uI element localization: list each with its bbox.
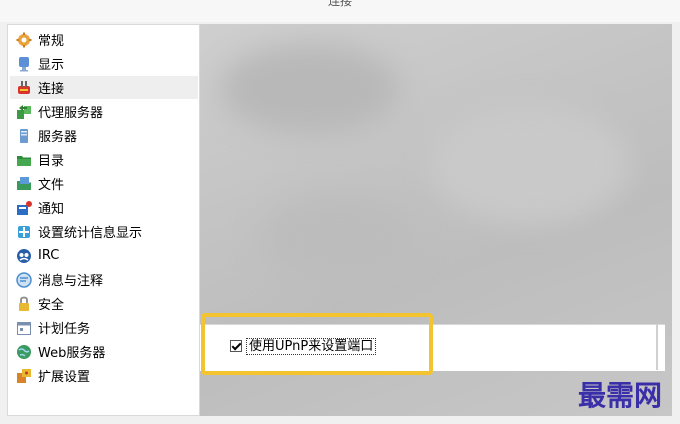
proxy-icon <box>16 104 32 120</box>
sidebar-item-messages[interactable]: 消息与注释 <box>10 268 198 291</box>
watermark-logo: 最需网 <box>577 379 662 412</box>
gear-icon <box>16 32 32 48</box>
panel-divider <box>656 324 658 370</box>
upnp-checkbox[interactable] <box>230 340 242 352</box>
blurred-region <box>220 44 400 134</box>
sidebar-item-irc[interactable]: IRC <box>10 244 198 267</box>
sidebar-item-security[interactable]: 安全 <box>10 292 198 315</box>
blurred-region <box>260 194 420 284</box>
sidebar-item-display[interactable]: 显示 <box>10 52 198 75</box>
sidebar-item-label: 目录 <box>38 154 65 169</box>
sidebar-item-label: 服务器 <box>38 130 78 145</box>
sidebar-item-label: 设置统计信息显示 <box>38 226 143 241</box>
sidebar-item-label: 安全 <box>38 298 65 313</box>
settings-sidebar: 常规 显示 连接 代理服务器 服务器 目录 文件 通知 设置统计信息显示 IRC… <box>7 24 200 416</box>
sidebar-item-directory[interactable]: 目录 <box>10 148 198 171</box>
server-icon <box>16 128 32 144</box>
file-icon <box>16 176 32 192</box>
notification-icon <box>16 200 32 216</box>
blurred-region <box>430 104 630 224</box>
statistics-icon <box>16 224 32 240</box>
sidebar-item-extensions[interactable]: 扩展设置 <box>10 364 198 387</box>
sidebar-item-label: 代理服务器 <box>38 106 104 121</box>
sidebar-item-label: 扩展设置 <box>38 370 91 385</box>
sidebar-item-label: 常规 <box>38 34 65 49</box>
sidebar-item-web-server[interactable]: Web服务器 <box>10 340 198 363</box>
calendar-icon <box>16 320 32 336</box>
extension-icon <box>16 368 32 384</box>
sidebar-item-scheduler[interactable]: 计划任务 <box>10 316 198 339</box>
upnp-checkbox-row[interactable]: 使用UPnP来设置端口 <box>230 337 377 355</box>
sidebar-item-label: 连接 <box>38 82 65 97</box>
sidebar-item-label: 通知 <box>38 202 65 217</box>
sidebar-item-statistics[interactable]: 设置统计信息显示 <box>10 220 198 243</box>
globe-icon <box>16 344 32 360</box>
sidebar-item-label: 显示 <box>38 58 65 73</box>
sidebar-item-label: Web服务器 <box>38 346 106 361</box>
monitor-icon <box>16 56 32 72</box>
sidebar-item-proxy[interactable]: 代理服务器 <box>10 100 198 123</box>
sidebar-item-label: IRC <box>38 248 60 263</box>
sidebar-item-general[interactable]: 常规 <box>10 28 198 51</box>
plug-icon <box>16 80 32 96</box>
sidebar-item-label: 文件 <box>38 178 65 193</box>
window-titlebar: 连接 <box>0 0 680 22</box>
sidebar-item-server[interactable]: 服务器 <box>10 124 198 147</box>
irc-icon <box>16 248 32 264</box>
sidebar-item-label: 消息与注释 <box>38 274 104 289</box>
sidebar-item-files[interactable]: 文件 <box>10 172 198 195</box>
window-title: 连接 <box>327 0 352 8</box>
sidebar-item-connection[interactable]: 连接 <box>10 76 198 99</box>
sidebar-item-label: 计划任务 <box>38 322 91 337</box>
upnp-checkbox-label[interactable]: 使用UPnP来设置端口 <box>246 337 377 355</box>
lock-icon <box>16 296 32 312</box>
folder-icon <box>16 152 32 168</box>
message-icon <box>16 271 32 288</box>
sidebar-item-notification[interactable]: 通知 <box>10 196 198 219</box>
